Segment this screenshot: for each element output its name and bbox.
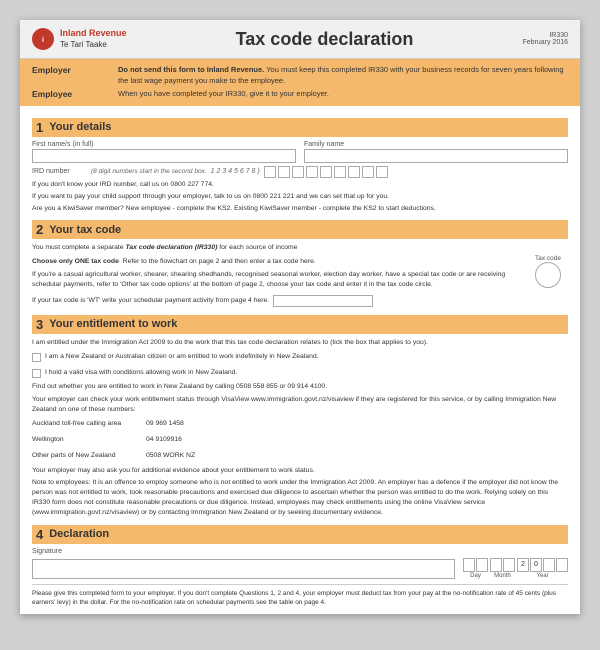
section2-detail: If you're a casual agricultural worker, …	[32, 270, 520, 290]
day-box-1[interactable]	[463, 558, 475, 572]
wellington-label: Wellington	[32, 435, 142, 445]
section-2-header: 2 Your tax code	[32, 220, 568, 239]
ird-box-6[interactable]	[334, 166, 346, 178]
ird-box-5[interactable]	[320, 166, 332, 178]
ird-label: IRD number	[32, 168, 87, 175]
month-label: Month	[494, 573, 511, 579]
checkbox-1-label: I am a New Zealand or Australian citizen…	[45, 352, 319, 362]
tax-code-circle[interactable]	[535, 262, 561, 288]
month-box-1[interactable]	[490, 558, 502, 572]
main-content: 1 Your details First name/s (in full) Fa…	[20, 106, 580, 614]
section3-note: Note to employees: It is an offence to e…	[32, 478, 568, 519]
signature-field[interactable]	[32, 559, 455, 579]
section-2: 2 Your tax code You must complete a sepa…	[32, 220, 568, 309]
employer-check: Your employer can check your work entitl…	[32, 395, 568, 415]
month-box-2[interactable]	[503, 558, 515, 572]
tax-code-label: Tax code	[535, 255, 561, 262]
wt-row: If your tax code is 'WT' write your sche…	[32, 293, 520, 309]
wt-input[interactable]	[273, 295, 373, 307]
ird-box-1[interactable]	[264, 166, 276, 178]
ird-info-2: If you want to pay your child support th…	[32, 192, 568, 202]
ird-box-8[interactable]	[362, 166, 374, 178]
inland-revenue-logo: i	[32, 28, 54, 50]
section-3: 3 Your entitlement to work I am entitled…	[32, 315, 568, 519]
employer-employee-banner: Employer Do not send this form to Inland…	[20, 59, 580, 106]
year-label: Year	[536, 573, 548, 579]
familyname-field[interactable]	[304, 149, 568, 163]
year-group: 2 0 Year	[517, 558, 568, 579]
employee-label: Employee	[32, 89, 112, 100]
section-3-header: 3 Your entitlement to work	[32, 315, 568, 334]
ird-box-4[interactable]	[306, 166, 318, 178]
day-boxes	[463, 558, 488, 572]
firstname-field[interactable]	[32, 149, 296, 163]
familyname-group: Family name	[304, 141, 568, 163]
ird-box-9[interactable]	[376, 166, 388, 178]
ird-box-3[interactable]	[292, 166, 304, 178]
section3-intro: I am entitled under the Immigration Act …	[32, 338, 568, 348]
day-group: Day	[463, 558, 488, 579]
other-label: Other parts of New Zealand	[32, 451, 142, 461]
checkbox-row-2: I hold a valid visa with conditions allo…	[32, 366, 568, 380]
section-1: 1 Your details First name/s (in full) Fa…	[32, 118, 568, 215]
header: i Inland Revenue Te Tari Taake Tax code …	[20, 20, 580, 59]
wellington-num: 04 9109916	[146, 435, 568, 445]
sig-label: Signature	[32, 548, 568, 555]
footer-text: Please give this completed form to your …	[32, 584, 568, 609]
auckland-num: 09 969 1458	[146, 419, 568, 429]
choose-label: Choose only ONE tax code Refer to the fl…	[32, 257, 520, 267]
ird-hint: (8 digit numbers start in the second box…	[91, 168, 207, 175]
month-group: Month	[490, 558, 515, 579]
name-row: First name/s (in full) Family name	[32, 141, 568, 163]
date-boxes: Day Month 2 0	[463, 558, 568, 579]
year-box-4[interactable]	[556, 558, 568, 572]
may-ask: Your employer may also ask you for addit…	[32, 466, 568, 476]
month-boxes	[490, 558, 515, 572]
logo-text: Inland Revenue Te Tari Taake	[60, 28, 127, 50]
employee-text: When you have completed your IR330, give…	[118, 89, 568, 100]
section2-right: Tax code	[528, 255, 568, 309]
year-box-1[interactable]: 2	[517, 558, 529, 572]
year-box-3[interactable]	[543, 558, 555, 572]
checkbox-2-label: I hold a valid visa with conditions allo…	[45, 368, 237, 378]
wt-text: If your tax code is 'WT' write your sche…	[32, 296, 269, 306]
section-4: 4 Declaration Signature Day	[32, 525, 568, 579]
auckland-label: Auckland toll-free calling area	[32, 419, 142, 429]
familyname-label: Family name	[304, 141, 568, 148]
ird-row: IRD number (8 digit numbers start in the…	[32, 166, 568, 178]
ird-boxes	[264, 166, 388, 178]
ird-box-2[interactable]	[278, 166, 290, 178]
ird-box-7[interactable]	[348, 166, 360, 178]
svg-text:i: i	[42, 37, 44, 44]
checkbox-1[interactable]	[32, 353, 41, 362]
year-box-2[interactable]: 0	[530, 558, 542, 572]
checkbox-2[interactable]	[32, 369, 41, 378]
firstname-label: First name/s (in full)	[32, 141, 296, 148]
section2-intro-italic: Tax code declaration (IR330)	[125, 244, 217, 251]
employer-text: Do not send this form to Inland Revenue.…	[118, 65, 568, 86]
firstname-group: First name/s (in full)	[32, 141, 296, 163]
phone-grid: Auckland toll-free calling area 09 969 1…	[32, 417, 568, 464]
year-boxes: 2 0	[517, 558, 568, 572]
day-box-2[interactable]	[476, 558, 488, 572]
section-4-header: 4 Declaration	[32, 525, 568, 544]
checkbox-row-1: I am a New Zealand or Australian citizen…	[32, 350, 568, 364]
section2-intro: You must complete a separate Tax code de…	[32, 243, 568, 253]
employer-label: Employer	[32, 65, 112, 86]
section2-left: Choose only ONE tax code Refer to the fl…	[32, 255, 520, 309]
other-num: 0508 WORK NZ	[146, 451, 568, 461]
section-1-header: 1 Your details	[32, 118, 568, 137]
sig-row: Day Month 2 0	[32, 558, 568, 579]
page-title: Tax code declaration	[127, 29, 523, 50]
logo-area: i Inland Revenue Te Tari Taake	[32, 28, 127, 50]
reference-code: IR330 February 2016	[522, 32, 568, 46]
find-text: Find out whether you are entitled to wor…	[32, 382, 568, 392]
day-label: Day	[470, 573, 481, 579]
document-page: i Inland Revenue Te Tari Taake Tax code …	[20, 20, 580, 614]
section2-grid: Choose only ONE tax code Refer to the fl…	[32, 255, 568, 309]
ird-info-1: If you don't know your IRD number, call …	[32, 180, 568, 190]
ird-info-3: Are you a KiwiSaver member? New employee…	[32, 204, 568, 214]
ird-sample: 1 2 3 4 5 6 7 8 )	[211, 168, 260, 175]
